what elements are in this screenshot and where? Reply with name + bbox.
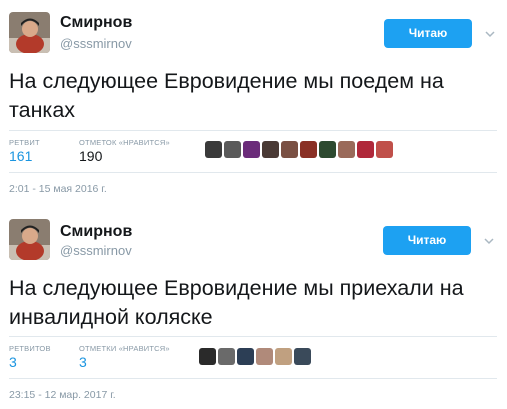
liker-avatar[interactable] — [338, 141, 355, 158]
liker-avatar[interactable] — [294, 348, 311, 365]
tweet-text: На следующее Евровидение мы приехали на … — [9, 276, 464, 329]
liker-avatar[interactable] — [224, 141, 241, 158]
likes-label: ОТМЕТКИ «НРАВИТСЯ» — [79, 344, 170, 353]
tweet-stats: РЕТВИТ 161 ОТМЕТОК «НРАВИТСЯ» 190 — [9, 138, 189, 174]
liker-avatar[interactable] — [237, 348, 254, 365]
liker-avatar[interactable] — [262, 141, 279, 158]
divider — [9, 336, 497, 337]
author-name[interactable]: Смирнов — [60, 223, 132, 241]
author-name[interactable]: Смирнов — [60, 14, 132, 32]
tweet: Смирнов @sssmirnov Читаю На следующее Ев… — [0, 207, 507, 409]
liker-avatar[interactable] — [281, 141, 298, 158]
tweet: Смирнов @sssmirnov Читаю На следующее Ев… — [0, 0, 507, 200]
likes-count[interactable]: 190 — [79, 148, 102, 164]
retweets-label: РЕТВИТ — [9, 138, 40, 147]
likes-count[interactable]: 3 — [79, 354, 87, 370]
author-handle[interactable]: @sssmirnov — [60, 243, 132, 258]
following-button[interactable]: Читаю — [384, 19, 472, 48]
chevron-down-icon[interactable] — [482, 234, 496, 248]
following-button[interactable]: Читаю — [383, 226, 471, 255]
avatar-image — [9, 219, 50, 260]
likes-label: ОТМЕТОК «НРАВИТСЯ» — [79, 138, 170, 147]
liker-avatar[interactable] — [300, 141, 317, 158]
divider — [9, 172, 497, 173]
tweet-stats: РЕТВИТОВ 3 ОТМЕТКИ «НРАВИТСЯ» 3 — [9, 344, 189, 380]
liker-avatar[interactable] — [205, 141, 222, 158]
divider — [9, 130, 497, 131]
liker-avatar[interactable] — [256, 348, 273, 365]
liker-avatar[interactable] — [199, 348, 216, 365]
retweets-label: РЕТВИТОВ — [9, 344, 51, 353]
author-handle[interactable]: @sssmirnov — [60, 36, 132, 51]
likers-avatars — [205, 141, 393, 158]
retweets-count[interactable]: 3 — [9, 354, 17, 370]
liker-avatar[interactable] — [357, 141, 374, 158]
liker-avatar[interactable] — [376, 141, 393, 158]
liker-avatar[interactable] — [218, 348, 235, 365]
divider — [9, 378, 497, 379]
avatar-image — [9, 12, 50, 53]
chevron-down-icon[interactable] — [483, 27, 497, 41]
likers-avatars — [199, 348, 311, 365]
tweet-timestamp[interactable]: 23:15 - 12 мар. 2017 г. — [9, 389, 116, 401]
tweet-text: На следующее Евровидение мы поедем на та… — [9, 69, 444, 122]
avatar[interactable] — [9, 219, 50, 260]
tweet-timestamp[interactable]: 2:01 - 15 мая 2016 г. — [9, 183, 107, 195]
liker-avatar[interactable] — [275, 348, 292, 365]
liker-avatar[interactable] — [319, 141, 336, 158]
retweets-count[interactable]: 161 — [9, 148, 32, 164]
avatar[interactable] — [9, 12, 50, 53]
liker-avatar[interactable] — [243, 141, 260, 158]
